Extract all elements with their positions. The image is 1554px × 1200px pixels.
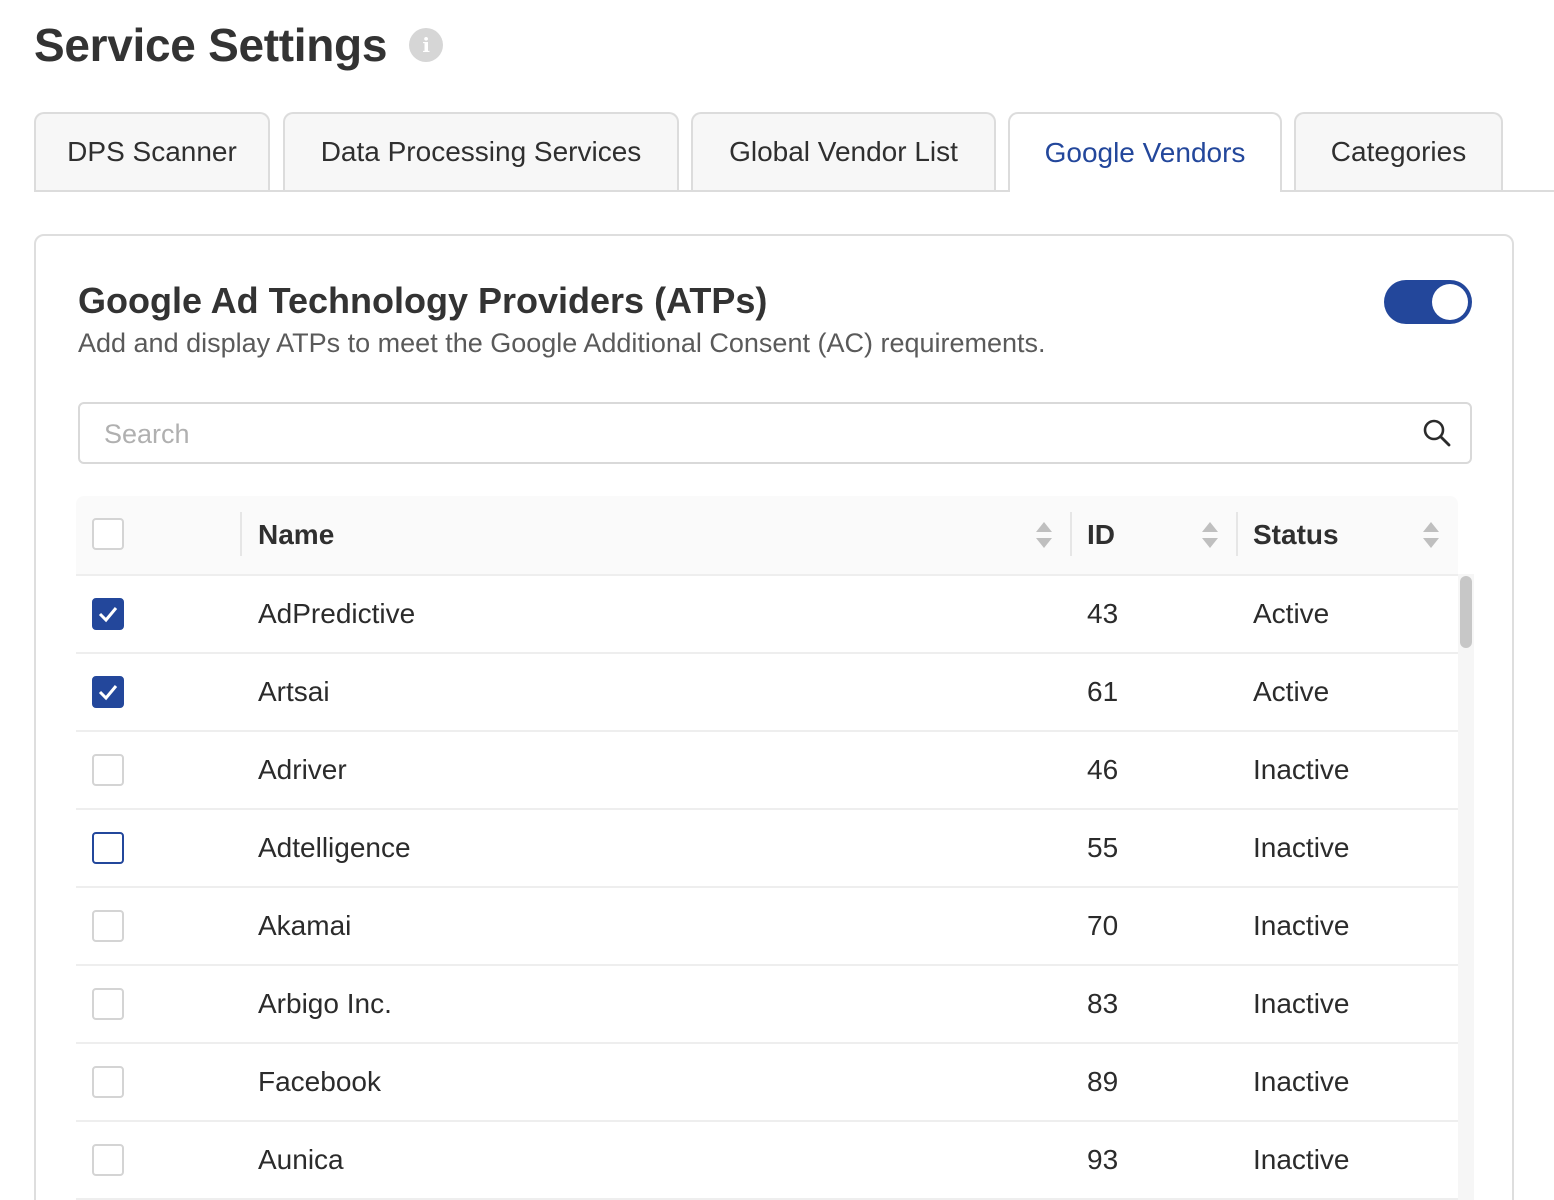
cell-status: Active <box>1253 598 1330 629</box>
cell-id: 43 <box>1087 598 1119 629</box>
sort-name-icon[interactable] <box>1036 522 1052 548</box>
sort-status-icon[interactable] <box>1423 522 1439 548</box>
row-checkbox[interactable] <box>92 676 124 708</box>
cell-status: Inactive <box>1253 1144 1350 1175</box>
table-row[interactable]: Adriver 46 Inactive <box>76 732 1458 810</box>
cell-id: 55 <box>1087 832 1119 863</box>
cell-name: Adriver <box>258 754 347 785</box>
page-title: Service Settings <box>34 19 388 71</box>
cell-name: Adtelligence <box>258 832 411 863</box>
cell-id: 89 <box>1087 1066 1119 1097</box>
tab-bar: DPS Scanner Data Processing Services Glo… <box>34 112 1554 192</box>
row-checkbox[interactable] <box>92 598 124 630</box>
sort-id-icon[interactable] <box>1202 522 1218 548</box>
cell-id: 83 <box>1087 988 1119 1019</box>
table-row[interactable]: Aunica 93 Inactive <box>76 1122 1458 1200</box>
table-row[interactable]: Artsai 61 Active <box>76 654 1458 732</box>
tab-data-processing-services[interactable]: Data Processing Services <box>283 112 679 190</box>
scrollbar-thumb[interactable] <box>1460 576 1472 648</box>
row-checkbox[interactable] <box>92 988 124 1020</box>
title-row: Service Settings i <box>34 18 444 72</box>
tab-categories[interactable]: Categories <box>1294 112 1503 190</box>
select-all-checkbox[interactable] <box>92 518 124 550</box>
search-box <box>78 402 1472 464</box>
cell-name: Akamai <box>258 910 352 941</box>
column-divider <box>240 512 242 556</box>
cell-status: Inactive <box>1253 1066 1350 1097</box>
checkmark-icon <box>98 607 118 623</box>
row-checkbox[interactable] <box>92 910 124 942</box>
row-checkbox[interactable] <box>92 754 124 786</box>
checkmark-icon <box>98 685 118 701</box>
info-icon[interactable]: i <box>409 28 444 62</box>
table-scrollbar[interactable] <box>1458 574 1474 1200</box>
cell-status: Inactive <box>1253 832 1350 863</box>
section-description: Add and display ATPs to meet the Google … <box>78 328 1046 358</box>
cell-name: Arbigo Inc. <box>258 988 392 1019</box>
tab-bar-divider <box>34 190 1554 192</box>
cell-status: Active <box>1253 676 1330 707</box>
table-row[interactable]: Akamai 70 Inactive <box>76 888 1458 966</box>
row-checkbox[interactable] <box>92 1144 124 1176</box>
row-checkbox[interactable] <box>92 1066 124 1098</box>
column-header-name[interactable]: Name <box>258 496 334 574</box>
cell-status: Inactive <box>1253 910 1350 941</box>
cell-status: Inactive <box>1253 988 1350 1019</box>
service-settings-page: Service Settings i DPS Scanner Data Proc… <box>0 0 1554 1200</box>
table-row[interactable]: AdPredictive 43 Active <box>76 576 1458 654</box>
cell-id: 61 <box>1087 676 1119 707</box>
table-row[interactable]: Adtelligence 55 Inactive <box>76 810 1458 888</box>
cell-name: Artsai <box>258 676 330 707</box>
atp-enable-toggle[interactable] <box>1384 280 1472 324</box>
google-atp-card: Google Ad Technology Providers (ATPs) Ad… <box>34 234 1514 1200</box>
cell-id: 70 <box>1087 910 1119 941</box>
table-row[interactable]: Arbigo Inc. 83 Inactive <box>76 966 1458 1044</box>
cell-id: 93 <box>1087 1144 1119 1175</box>
row-checkbox[interactable] <box>92 832 124 864</box>
cell-name: AdPredictive <box>258 598 416 629</box>
column-header-id[interactable]: ID <box>1087 496 1115 574</box>
column-header-status[interactable]: Status <box>1253 496 1339 574</box>
search-input[interactable] <box>102 404 1406 464</box>
tab-global-vendor-list[interactable]: Global Vendor List <box>691 112 996 190</box>
cell-status: Inactive <box>1253 754 1350 785</box>
toggle-knob <box>1432 284 1468 320</box>
table-header: Name ID Status <box>76 496 1458 576</box>
cell-name: Facebook <box>258 1066 381 1097</box>
cell-name: Aunica <box>258 1144 344 1175</box>
column-divider <box>1236 512 1238 556</box>
table-row[interactable]: Facebook 89 Inactive <box>76 1044 1458 1122</box>
search-icon[interactable] <box>1422 418 1452 448</box>
atp-table: Name ID Status AdPredictive 43 Active Ar… <box>76 496 1458 1200</box>
cell-id: 46 <box>1087 754 1119 785</box>
tab-google-vendors[interactable]: Google Vendors <box>1008 112 1282 192</box>
column-divider <box>1070 512 1072 556</box>
tab-dps-scanner[interactable]: DPS Scanner <box>34 112 270 190</box>
section-title: Google Ad Technology Providers (ATPs) <box>78 280 768 321</box>
